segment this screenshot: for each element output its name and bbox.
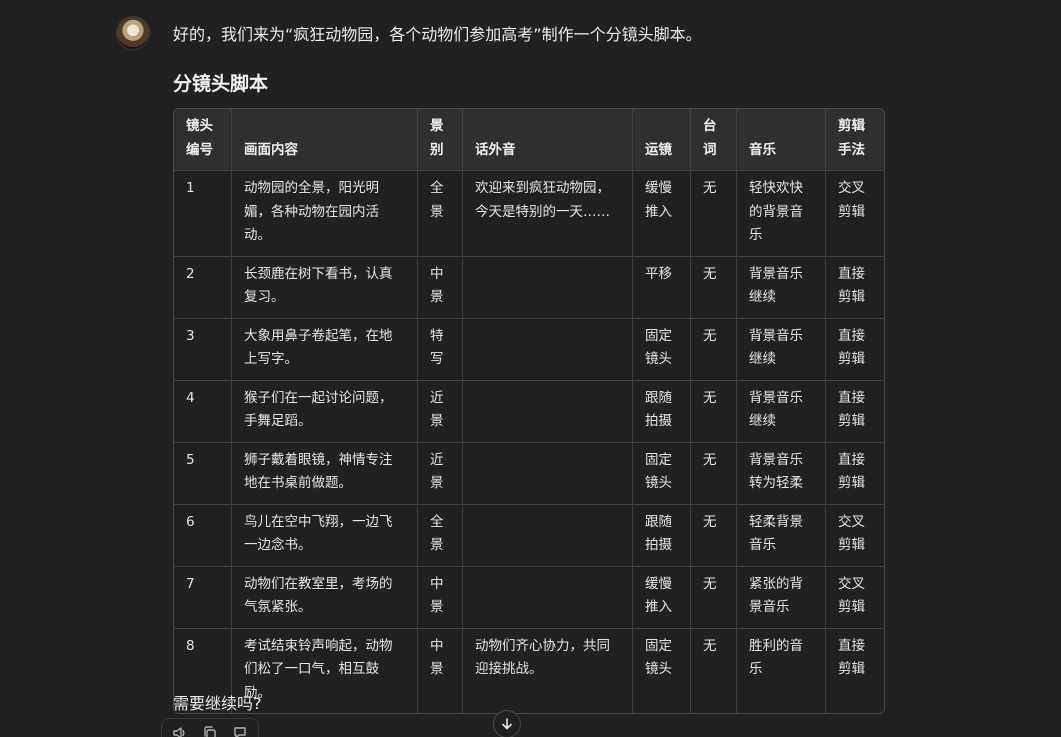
cell-voiceover bbox=[462, 441, 633, 505]
cell-shot-number: 3 bbox=[174, 317, 232, 381]
user-avatar bbox=[116, 16, 150, 50]
cell-shot-number: 1 bbox=[174, 170, 232, 257]
cell-editing: 直接剪辑 bbox=[825, 441, 884, 505]
scroll-to-bottom-button[interactable] bbox=[493, 710, 521, 737]
copy-icon[interactable] bbox=[202, 725, 218, 737]
assistant-intro: 好的，我们来为“疯狂动物园，各个动物们参加高考”制作一个分镜头脚本。 bbox=[173, 25, 702, 44]
cell-editing: 直接剪辑 bbox=[825, 255, 884, 319]
header-camera-movement: 运镜 bbox=[632, 109, 691, 171]
section-title: 分镜头脚本 bbox=[173, 73, 269, 95]
cell-voiceover: 欢迎来到疯狂动物园，今天是特别的一天…… bbox=[462, 170, 633, 257]
cell-voiceover bbox=[462, 503, 633, 567]
message-actions bbox=[161, 718, 259, 737]
cell-editing: 直接剪辑 bbox=[825, 379, 884, 443]
arrow-down-icon bbox=[502, 718, 512, 730]
cell-camera-movement: 固定镜头 bbox=[632, 627, 691, 713]
table-row: 2 长颈鹿在树下看书，认真复习。 中景 平移 无 背景音乐继续 直接剪辑 bbox=[174, 255, 884, 319]
cell-music: 紧张的背景音乐 bbox=[736, 565, 826, 629]
cell-music: 胜利的音乐 bbox=[736, 627, 826, 713]
cell-music: 背景音乐继续 bbox=[736, 317, 826, 381]
header-editing: 剪辑手法 bbox=[825, 109, 884, 171]
cell-editing: 直接剪辑 bbox=[825, 627, 884, 713]
cell-camera-movement: 缓慢推入 bbox=[632, 565, 691, 629]
cell-voiceover bbox=[462, 255, 633, 319]
table-row: 7 动物们在教室里，考场的气氛紧张。 中景 缓慢推入 无 紧张的背景音乐 交叉剪… bbox=[174, 565, 884, 629]
cell-camera-movement: 缓慢推入 bbox=[632, 170, 691, 257]
table-row: 4 猴子们在一起讨论问题，手舞足蹈。 近景 跟随拍摄 无 背景音乐继续 直接剪辑 bbox=[174, 379, 884, 443]
table-row: 3 大象用鼻子卷起笔，在地上写字。 特写 固定镜头 无 背景音乐继续 直接剪辑 bbox=[174, 317, 884, 381]
cell-camera-movement: 跟随拍摄 bbox=[632, 503, 691, 567]
cell-music: 轻柔背景音乐 bbox=[736, 503, 826, 567]
header-dialogue: 台词 bbox=[690, 109, 737, 171]
header-music: 音乐 bbox=[736, 109, 826, 171]
feedback-icon[interactable] bbox=[232, 725, 248, 737]
cell-dialogue: 无 bbox=[690, 441, 737, 505]
cell-scene-content: 大象用鼻子卷起笔，在地上写字。 bbox=[231, 317, 418, 381]
table-row: 1 动物园的全景，阳光明媚，各种动物在园内活动。 全景 欢迎来到疯狂动物园，今天… bbox=[174, 170, 884, 257]
cell-music: 轻快欢快的背景音乐 bbox=[736, 170, 826, 257]
follow-up-question: 需要继续吗? bbox=[173, 694, 262, 713]
cell-shot-size: 全景 bbox=[417, 170, 463, 257]
cell-scene-content: 动物园的全景，阳光明媚，各种动物在园内活动。 bbox=[231, 170, 418, 257]
cell-music: 背景音乐继续 bbox=[736, 255, 826, 319]
cell-shot-size: 中景 bbox=[417, 255, 463, 319]
cell-dialogue: 无 bbox=[690, 255, 737, 319]
cell-dialogue: 无 bbox=[690, 565, 737, 629]
cell-editing: 交叉剪辑 bbox=[825, 503, 884, 567]
cell-scene-content: 狮子戴着眼镜，神情专注地在书桌前做题。 bbox=[231, 441, 418, 505]
cell-camera-movement: 固定镜头 bbox=[632, 441, 691, 505]
cell-shot-size: 近景 bbox=[417, 441, 463, 505]
header-scene-content: 画面内容 bbox=[231, 109, 418, 171]
cell-scene-content: 鸟儿在空中飞翔，一边飞一边念书。 bbox=[231, 503, 418, 567]
table-row: 5 狮子戴着眼镜，神情专注地在书桌前做题。 近景 固定镜头 无 背景音乐转为轻柔… bbox=[174, 441, 884, 505]
cell-shot-number: 7 bbox=[174, 565, 232, 629]
cell-shot-size: 中景 bbox=[417, 627, 463, 713]
cell-shot-number: 6 bbox=[174, 503, 232, 567]
cell-shot-size: 特写 bbox=[417, 317, 463, 381]
table-header-row: 镜头编号 画面内容 景别 话外音 运镜 台词 音乐 剪辑手法 bbox=[174, 109, 884, 171]
storyboard-table-container: 镜头编号 画面内容 景别 话外音 运镜 台词 音乐 剪辑手法 1 动物园的全景，… bbox=[173, 108, 885, 714]
cell-shot-size: 近景 bbox=[417, 379, 463, 443]
table-row: 6 鸟儿在空中飞翔，一边飞一边念书。 全景 跟随拍摄 无 轻柔背景音乐 交叉剪辑 bbox=[174, 503, 884, 567]
chat-page: 好的，我们来为“疯狂动物园，各个动物们参加高考”制作一个分镜头脚本。 分镜头脚本… bbox=[0, 0, 1061, 737]
cell-editing: 交叉剪辑 bbox=[825, 565, 884, 629]
header-voiceover: 话外音 bbox=[462, 109, 633, 171]
cell-scene-content: 长颈鹿在树下看书，认真复习。 bbox=[231, 255, 418, 319]
cell-dialogue: 无 bbox=[690, 317, 737, 381]
cell-shot-number: 4 bbox=[174, 379, 232, 443]
cell-shot-number: 2 bbox=[174, 255, 232, 319]
table-row: 8 考试结束铃声响起，动物们松了一口气，相互鼓励。 中景 动物们齐心协力，共同迎… bbox=[174, 627, 884, 713]
cell-music: 背景音乐继续 bbox=[736, 379, 826, 443]
cell-shot-size: 全景 bbox=[417, 503, 463, 567]
cell-editing: 直接剪辑 bbox=[825, 317, 884, 381]
cell-camera-movement: 固定镜头 bbox=[632, 317, 691, 381]
cell-scene-content: 动物们在教室里，考场的气氛紧张。 bbox=[231, 565, 418, 629]
cell-dialogue: 无 bbox=[690, 627, 737, 713]
cell-scene-content: 猴子们在一起讨论问题，手舞足蹈。 bbox=[231, 379, 418, 443]
cell-voiceover bbox=[462, 379, 633, 443]
cell-voiceover bbox=[462, 317, 633, 381]
cell-voiceover: 动物们齐心协力，共同迎接挑战。 bbox=[462, 627, 633, 713]
cell-shot-size: 中景 bbox=[417, 565, 463, 629]
storyboard-table: 镜头编号 画面内容 景别 话外音 运镜 台词 音乐 剪辑手法 1 动物园的全景，… bbox=[174, 109, 884, 713]
cell-camera-movement: 跟随拍摄 bbox=[632, 379, 691, 443]
cell-camera-movement: 平移 bbox=[632, 255, 691, 319]
speaker-icon[interactable] bbox=[172, 725, 188, 737]
cell-dialogue: 无 bbox=[690, 503, 737, 567]
cell-shot-number: 5 bbox=[174, 441, 232, 505]
cell-voiceover bbox=[462, 565, 633, 629]
cell-music: 背景音乐转为轻柔 bbox=[736, 441, 826, 505]
header-shot-size: 景别 bbox=[417, 109, 463, 171]
header-shot-number: 镜头编号 bbox=[174, 109, 232, 171]
cell-editing: 交叉剪辑 bbox=[825, 170, 884, 257]
cell-dialogue: 无 bbox=[690, 379, 737, 443]
cell-dialogue: 无 bbox=[690, 170, 737, 257]
